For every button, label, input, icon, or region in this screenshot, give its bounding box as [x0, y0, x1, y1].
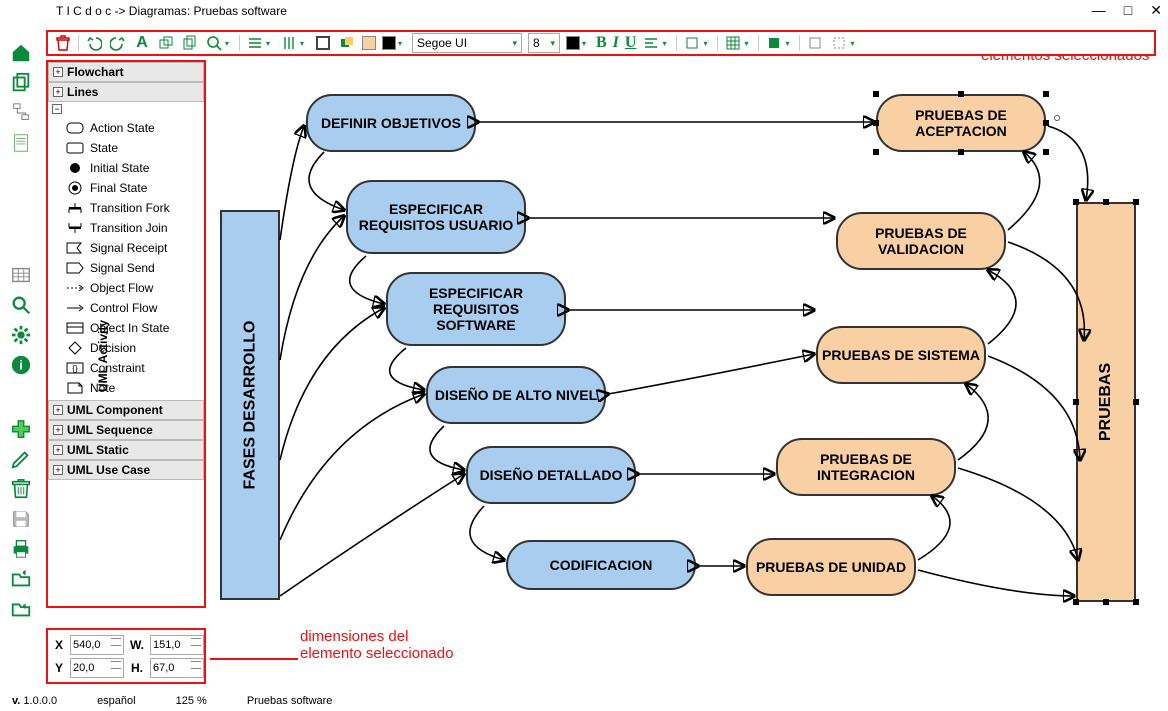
shape-aceptacion[interactable]: PRUEBAS DE ACEPTACION: [876, 94, 1046, 152]
flow-icon[interactable]: [8, 100, 34, 126]
shape-detallado[interactable]: DISEÑO DETALLADO: [466, 446, 636, 504]
text-tool-icon[interactable]: A: [133, 34, 151, 52]
shape-codif[interactable]: CODIFICACION: [506, 540, 696, 590]
table-icon[interactable]: [8, 262, 34, 288]
delete-icon[interactable]: [54, 34, 72, 52]
h-input[interactable]: 67,0: [150, 658, 204, 678]
grid-icon[interactable]: [724, 34, 742, 52]
shape-style-icon[interactable]: [338, 34, 356, 52]
copy-doc-icon[interactable]: [8, 70, 34, 96]
shape-altonivel[interactable]: DISEÑO DE ALTO NIVEL: [426, 366, 606, 424]
minimize-button[interactable]: —: [1092, 2, 1106, 19]
export-icon[interactable]: [8, 596, 34, 622]
svg-text:i: i: [19, 358, 23, 373]
y-label: Y: [52, 661, 66, 675]
text-color-swatch[interactable]: [566, 36, 580, 50]
palette-item[interactable]: Note: [48, 378, 204, 398]
underline-button[interactable]: U: [625, 34, 637, 52]
palette-item[interactable]: Transition Fork: [48, 198, 204, 218]
copy-icon[interactable]: [181, 34, 199, 52]
window-buttons: — □ ✕: [1092, 2, 1162, 19]
palette-item[interactable]: Transition Join: [48, 218, 204, 238]
x-label: X: [52, 638, 66, 652]
align-h-icon[interactable]: [246, 34, 264, 52]
y-input[interactable]: 20,0: [70, 658, 124, 678]
palette-item[interactable]: {}Constraint: [48, 358, 204, 378]
shape-definir[interactable]: DEFINIR OBJETIVOS: [306, 94, 476, 152]
palette-item[interactable]: Signal Receipt: [48, 238, 204, 258]
shapes-palette: +Flowchart +Lines − Action State State I…: [46, 60, 206, 608]
palette-item[interactable]: State: [48, 138, 204, 158]
italic-button[interactable]: I: [613, 34, 619, 52]
x-input[interactable]: 540,0: [70, 635, 124, 655]
fill-color-swatch[interactable]: [362, 36, 376, 50]
doc-icon[interactable]: [8, 130, 34, 156]
palette-group[interactable]: −: [48, 102, 204, 116]
palette-item[interactable]: Control Flow: [48, 298, 204, 318]
zoom-icon[interactable]: [205, 34, 223, 52]
shape-validacion[interactable]: PRUEBAS DE VALIDACION: [836, 212, 1006, 270]
shape-fases[interactable]: FASES DESARROLLO: [220, 210, 280, 600]
palette-item[interactable]: Initial State: [48, 158, 204, 178]
dimensions-panel: X 540,0 W. 151,0 Y 20,0 H. 67,0: [46, 628, 206, 684]
palette-group[interactable]: +UML Sequence: [48, 420, 204, 440]
line-style-icon[interactable]: [314, 34, 332, 52]
arrange-icon[interactable]: [683, 34, 701, 52]
status-bar: v. 1.0.0.0 español 125 % Pruebas softwar…: [12, 695, 1156, 707]
trash-icon[interactable]: [8, 476, 34, 502]
misc2-icon[interactable]: [830, 34, 848, 52]
group-icon[interactable]: [157, 34, 175, 52]
shape-sistema[interactable]: PRUEBAS DE SISTEMA: [816, 326, 986, 384]
title-bar: T I C d o c -> Diagramas: Pruebas softwa…: [0, 0, 1168, 22]
properties-toolbar: A ▾ ▾ ▾ ▾ Segoe UI▾ 8▾ ▾ B I U ▾ ▾ ▾ ▾ ▾: [46, 30, 1156, 56]
palette-group[interactable]: +UML Component: [48, 400, 204, 420]
open-icon[interactable]: [8, 566, 34, 592]
misc1-icon[interactable]: [806, 34, 824, 52]
w-input[interactable]: 151,0: [150, 635, 204, 655]
palette-group[interactable]: +Flowchart: [48, 62, 204, 82]
palette-item[interactable]: Signal Send: [48, 258, 204, 278]
maximize-button[interactable]: □: [1124, 2, 1132, 19]
undo-icon[interactable]: [85, 34, 103, 52]
w-label: W.: [128, 638, 146, 652]
shape-unidad[interactable]: PRUEBAS DE UNIDAD: [746, 538, 916, 596]
search-icon[interactable]: [8, 292, 34, 318]
palette-item[interactable]: Final State: [48, 178, 204, 198]
palette-item[interactable]: Object Flow: [48, 278, 204, 298]
svg-text:{}: {}: [72, 364, 78, 373]
diagram-canvas[interactable]: FASES DESARROLLO PRUEBAS DEFINIR OBJETIV…: [216, 60, 1156, 620]
left-iconbar: i: [4, 40, 38, 622]
line-color-swatch[interactable]: [382, 36, 396, 50]
annotation-arrow: [210, 658, 298, 660]
shape-reqsw[interactable]: ESPECIFICAR REQUISITOS SOFTWARE: [386, 272, 566, 346]
palette-category-label: UML Activity: [96, 320, 110, 392]
bold-button[interactable]: B: [596, 34, 607, 52]
text-align-icon[interactable]: [642, 34, 660, 52]
palette-group[interactable]: +UML Static: [48, 440, 204, 460]
shape-pruebas[interactable]: PRUEBAS: [1076, 202, 1136, 602]
home-icon[interactable]: [8, 40, 34, 66]
palette-item[interactable]: Object In State: [48, 318, 204, 338]
add-icon[interactable]: [8, 416, 34, 442]
align-v-icon[interactable]: [280, 34, 298, 52]
close-button[interactable]: ✕: [1150, 2, 1162, 19]
edit-icon[interactable]: [8, 446, 34, 472]
palette-item[interactable]: Decision: [48, 338, 204, 358]
shape-integracion[interactable]: PRUEBAS DE INTEGRACION: [776, 438, 956, 496]
palette-group[interactable]: +UML Use Case: [48, 460, 204, 480]
info-icon[interactable]: i: [8, 352, 34, 378]
redo-icon[interactable]: [109, 34, 127, 52]
font-size-select[interactable]: 8▾: [528, 33, 560, 53]
palette-item[interactable]: Action State: [48, 118, 204, 138]
print-icon[interactable]: [8, 536, 34, 562]
save-icon[interactable]: [8, 506, 34, 532]
settings-icon[interactable]: [8, 322, 34, 348]
window-title: T I C d o c -> Diagramas: Pruebas softwa…: [8, 4, 287, 18]
fill-icon[interactable]: [765, 34, 783, 52]
shape-requsr[interactable]: ESPECIFICAR REQUISITOS USUARIO: [346, 180, 526, 254]
h-label: H.: [128, 661, 146, 675]
annotation-dims: dimensiones del elemento seleccionado: [300, 628, 460, 663]
font-select[interactable]: Segoe UI▾: [412, 33, 522, 53]
palette-group[interactable]: +Lines: [48, 82, 204, 102]
